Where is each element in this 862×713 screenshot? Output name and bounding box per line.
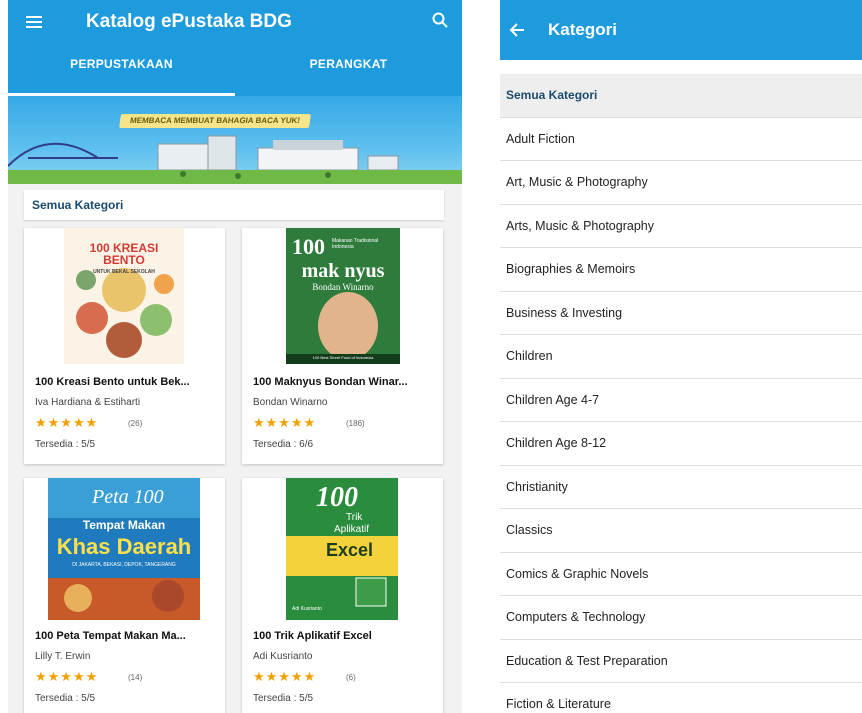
book-cover-excel[interactable]: 100 Trik Aplikatif Excel Adi Kusrianto — [286, 478, 398, 620]
cover-text: UNTUK BEKAL SEKOLAH — [93, 269, 155, 275]
rating-count: (26) — [128, 419, 143, 428]
cover-text: 100 — [292, 234, 325, 259]
book-card[interactable]: 100 Trik Aplikatif Excel Adi Kusrianto 1… — [242, 478, 443, 713]
availability: Tersedia : 5/5 — [35, 693, 96, 704]
rating-count: (186) — [346, 419, 365, 428]
category-item[interactable]: Arts, Music & Photography — [500, 204, 862, 248]
search-icon[interactable] — [432, 12, 448, 28]
cover-text: Aplikatif — [334, 524, 370, 535]
catalog-screen: Katalog ePustaka BDG PERPUSTAKAAN PERANG… — [8, 0, 462, 713]
book-card[interactable]: 100 Makanan Tradisional Indonesia mak ny… — [242, 228, 443, 464]
category-item[interactable]: Adult Fiction — [500, 117, 862, 161]
cover-text: 100 — [316, 482, 358, 513]
cover-text: BENTO — [103, 253, 145, 267]
category-item[interactable]: Biographies & Memoirs — [500, 248, 862, 292]
cover-text: Excel — [326, 540, 374, 560]
library-banner: MEMBACA MEMBUAT BAHAGIA BACA YUK! — [8, 96, 462, 184]
cover-text: Trik — [346, 512, 363, 523]
cover-text: Khas Daerah — [56, 534, 192, 559]
rating-count: (14) — [128, 673, 143, 682]
category-item[interactable]: Business & Investing — [500, 291, 862, 335]
book-title[interactable]: 100 Kreasi Bento untuk Bek... — [35, 376, 220, 388]
rating-stars: ★★★★★ — [253, 669, 317, 684]
book-cover-peta-100[interactable]: Peta 100 Tempat Makan Khas Daerah DI JAK… — [48, 478, 200, 620]
book-title[interactable]: 100 Peta Tempat Makan Ma... — [35, 630, 220, 642]
book-card[interactable]: Peta 100 Tempat Makan Khas Daerah DI JAK… — [24, 478, 225, 713]
availability: Tersedia : 5/5 — [35, 439, 96, 450]
rating-stars: ★★★★★ — [253, 415, 317, 430]
cover-text: mak nyus — [301, 260, 385, 282]
cover-text: 100 Best Street Food of Indonesia — [312, 355, 374, 360]
book-author: Adi Kusrianto — [253, 651, 313, 662]
app-bar: Kategori — [500, 0, 862, 60]
app-title: Katalog ePustaka BDG — [86, 11, 292, 32]
rating-count: (6) — [346, 673, 356, 682]
category-screen: Kategori Semua Kategori Adult Fiction Art,… — [500, 0, 862, 713]
book-title[interactable]: 100 Trik Aplikatif Excel — [253, 630, 438, 642]
category-item[interactable]: Fiction & Literature — [500, 683, 862, 713]
availability: Tersedia : 5/5 — [253, 693, 314, 704]
category-item[interactable]: Children Age 8-12 — [500, 422, 862, 466]
cover-text: Bondan Winarno — [312, 282, 374, 292]
category-item[interactable]: Children Age 4-7 — [500, 378, 862, 422]
book-card[interactable]: 100 KREASI BENTO UNTUK BEKAL SEKOLAH 100… — [24, 228, 225, 464]
book-author: Iva Hardiana & Estiharti — [35, 397, 141, 408]
category-item[interactable]: Classics — [500, 509, 862, 553]
category-list: Semua Kategori Adult Fiction Art, Music & … — [500, 74, 862, 713]
category-item[interactable]: Comics & Graphic Novels — [500, 552, 862, 596]
book-cover-maknyus[interactable]: 100 Makanan Tradisional Indonesia mak ny… — [286, 228, 400, 364]
cover-text: Tempat Makan — [82, 518, 166, 532]
category-all[interactable]: Semua Kategori — [500, 74, 862, 118]
screen-title: Kategori — [548, 20, 617, 39]
book-author: Bondan Winarno — [253, 397, 328, 408]
menu-icon[interactable] — [26, 16, 42, 28]
book-cover-bento[interactable]: 100 KREASI BENTO UNTUK BEKAL SEKOLAH — [64, 228, 184, 364]
category-item[interactable]: Art, Music & Photography — [500, 161, 862, 205]
rating-stars: ★★★★★ — [35, 415, 99, 430]
category-item[interactable]: Computers & Technology — [500, 596, 862, 640]
tab-perangkat[interactable]: PERANGKAT — [235, 44, 462, 96]
app-bar: Katalog ePustaka BDG — [8, 0, 462, 44]
city-skyline-illustration — [8, 135, 462, 184]
cover-text: Makanan Tradisional Indonesia — [332, 238, 379, 250]
category-header[interactable]: Semua Kategori — [24, 190, 444, 220]
book-author: Lilly T. Erwin — [35, 651, 91, 662]
tab-bar: PERPUSTAKAAN PERANGKAT — [8, 44, 462, 96]
category-item[interactable]: Education & Test Preparation — [500, 639, 862, 683]
availability: Tersedia : 6/6 — [253, 439, 314, 450]
rating-stars: ★★★★★ — [35, 669, 99, 684]
cover-text: Peta 100 — [92, 486, 164, 508]
book-title[interactable]: 100 Maknyus Bondan Winar... — [253, 376, 438, 388]
tab-perpustakaan[interactable]: PERPUSTAKAAN — [8, 44, 235, 96]
cover-text: Adi Kusrianto — [292, 606, 322, 612]
category-item[interactable]: Christianity — [500, 465, 862, 509]
cover-text: DI JAKARTA, BEKASI, DEPOK, TANGERANG — [72, 562, 176, 568]
back-arrow-icon[interactable] — [508, 21, 526, 39]
category-item[interactable]: Children — [500, 335, 862, 379]
